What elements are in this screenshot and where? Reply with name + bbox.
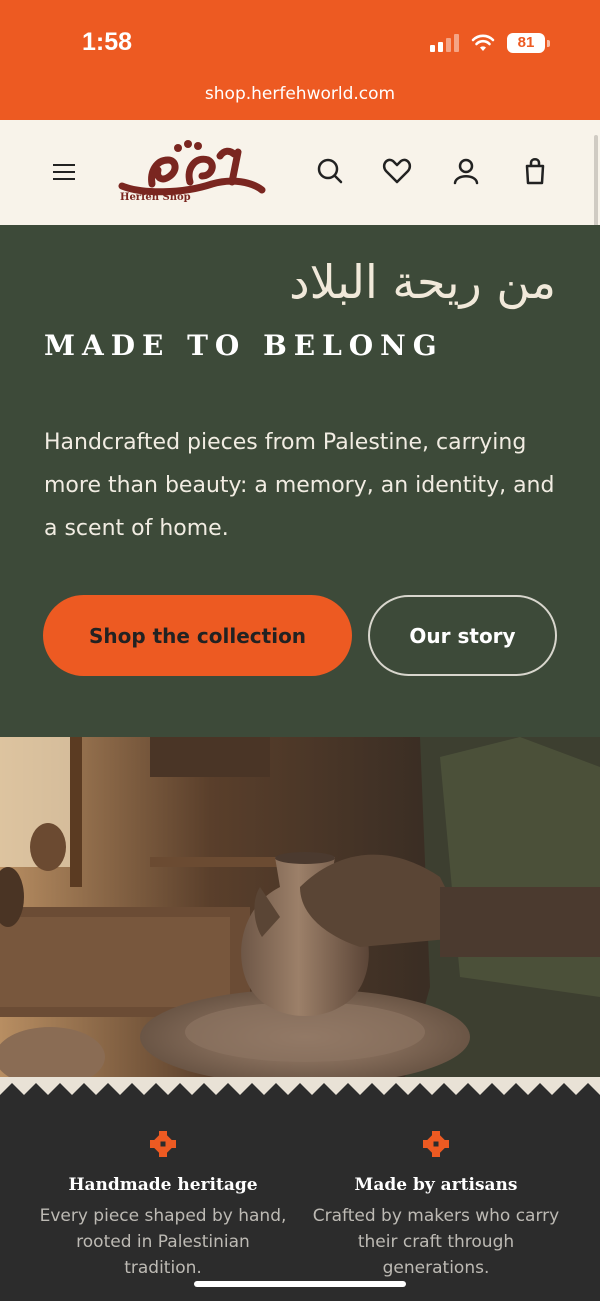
hero-arabic-title: من ريحة البلاد (289, 255, 556, 309)
logo-text: Herfeh Shop (120, 192, 191, 203)
account-icon[interactable] (451, 156, 481, 186)
heart-icon[interactable] (382, 156, 412, 186)
diamond-cross-icon (150, 1131, 176, 1157)
pottery-artisan-image (0, 737, 600, 1095)
cellular-signal-icon (430, 34, 459, 52)
home-indicator[interactable] (194, 1281, 406, 1287)
our-story-button[interactable]: Our story (368, 595, 557, 676)
search-icon[interactable] (315, 156, 345, 186)
feature-title: Handmade heritage (68, 1175, 258, 1195)
status-icons: 81 (430, 33, 550, 53)
diamond-cross-icon (423, 1131, 449, 1157)
browser-status-bar: 1:58 81 shop.herfehworld.com (0, 0, 600, 120)
site-header: Herfeh Shop (0, 120, 600, 225)
shop-collection-button[interactable]: Shop the collection (43, 595, 352, 676)
feature-item-artisans: Made by artisans Crafted by makers who c… (296, 1095, 576, 1281)
bag-icon[interactable] (520, 156, 550, 186)
hero-title: MADE TO BELONG (44, 329, 444, 362)
hero-section: من ريحة البلاد MADE TO BELONG Handcrafte… (0, 225, 600, 737)
wifi-icon (471, 34, 495, 51)
menu-icon[interactable] (52, 160, 78, 184)
hero-description: Handcrafted pieces from Palestine, carry… (44, 430, 555, 541)
battery-icon: 81 (507, 33, 550, 53)
battery-level: 81 (507, 33, 545, 53)
feature-description: Every piece shaped by hand, rooted in Pa… (39, 1206, 287, 1278)
feature-description: Crafted by makers who carry their craft … (312, 1206, 560, 1278)
status-time: 1:58 (82, 28, 133, 56)
feature-title: Made by artisans (354, 1175, 518, 1195)
feature-item-handmade: Handmade heritage Every piece shaped by … (23, 1095, 303, 1281)
features-section: Handmade heritage Every piece shaped by … (0, 1095, 600, 1301)
address-bar-url[interactable]: shop.herfehworld.com (0, 84, 600, 104)
herfeh-logo[interactable]: Herfeh Shop (112, 134, 272, 212)
